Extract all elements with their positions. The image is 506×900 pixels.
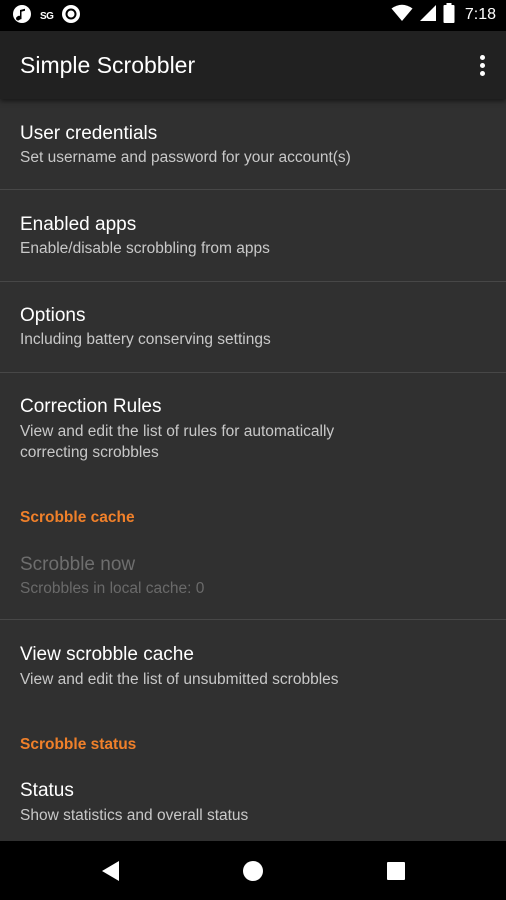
app-bar: Simple Scrobbler: [0, 31, 506, 99]
pref-enabled-apps[interactable]: Enabled apps Enable/disable scrobbling f…: [0, 190, 506, 281]
status-bar: SG 7:18: [0, 0, 506, 31]
wifi-icon: [391, 4, 413, 27]
app-title: Simple Scrobbler: [20, 52, 196, 78]
pref-user-credentials[interactable]: User credentials Set username and passwo…: [0, 99, 506, 189]
recents-square-icon[interactable]: [380, 855, 412, 887]
preferences-list: User credentials Set username and passwo…: [0, 99, 506, 841]
status-bar-notifications: SG: [12, 4, 81, 29]
pref-scrobble-now: Scrobble now Scrobbles in local cache: 0: [0, 537, 506, 619]
pref-title: View scrobble cache: [20, 644, 194, 665]
pref-correction-rules[interactable]: Correction Rules View and edit the list …: [0, 373, 506, 481]
pref-title: Scrobble now: [20, 554, 136, 575]
pref-title: User credentials: [20, 123, 158, 144]
pref-summary: Set username and password for your accou…: [20, 149, 351, 166]
pref-summary: Show statistics and overall status: [20, 807, 249, 824]
pref-summary: Including battery conserving settings: [20, 331, 271, 348]
pref-view-scrobble-cache[interactable]: View scrobble cache View and edit the li…: [0, 620, 506, 710]
back-triangle-icon[interactable]: [95, 855, 127, 887]
signal-sg-icon: SG: [40, 10, 54, 22]
music-note-icon: [12, 4, 32, 29]
pref-status[interactable]: Status Show statistics and overall statu…: [0, 763, 506, 841]
home-circle-icon[interactable]: [237, 855, 269, 887]
pref-summary: Scrobbles in local cache: 0: [20, 580, 205, 597]
pref-summary: View and edit the list of rules for auto…: [20, 423, 335, 461]
pref-title: Status: [20, 780, 74, 801]
pref-summary: Enable/disable scrobbling from apps: [20, 240, 270, 257]
overflow-dot: [479, 70, 485, 76]
status-bar-system: 7:18: [391, 2, 496, 28]
overflow-dot: [479, 54, 485, 60]
record-circle-icon: [61, 4, 81, 29]
more-vert-icon[interactable]: [470, 51, 494, 79]
category-scrobble-status: Scrobble status: [20, 736, 137, 753]
pref-title: Enabled apps: [20, 214, 137, 235]
pref-title: Correction Rules: [20, 396, 162, 417]
navigation-bar: [0, 841, 506, 900]
pref-options[interactable]: Options Including battery conserving set…: [0, 282, 506, 372]
status-time: 7:18: [464, 6, 496, 23]
cell-signal-icon: [419, 4, 437, 27]
category-scrobble-cache: Scrobble cache: [20, 509, 135, 526]
overflow-dot: [479, 62, 485, 68]
pref-title: Options: [20, 305, 86, 326]
battery-icon: [443, 2, 455, 28]
pref-summary: View and edit the list of unsubmitted sc…: [20, 671, 339, 688]
